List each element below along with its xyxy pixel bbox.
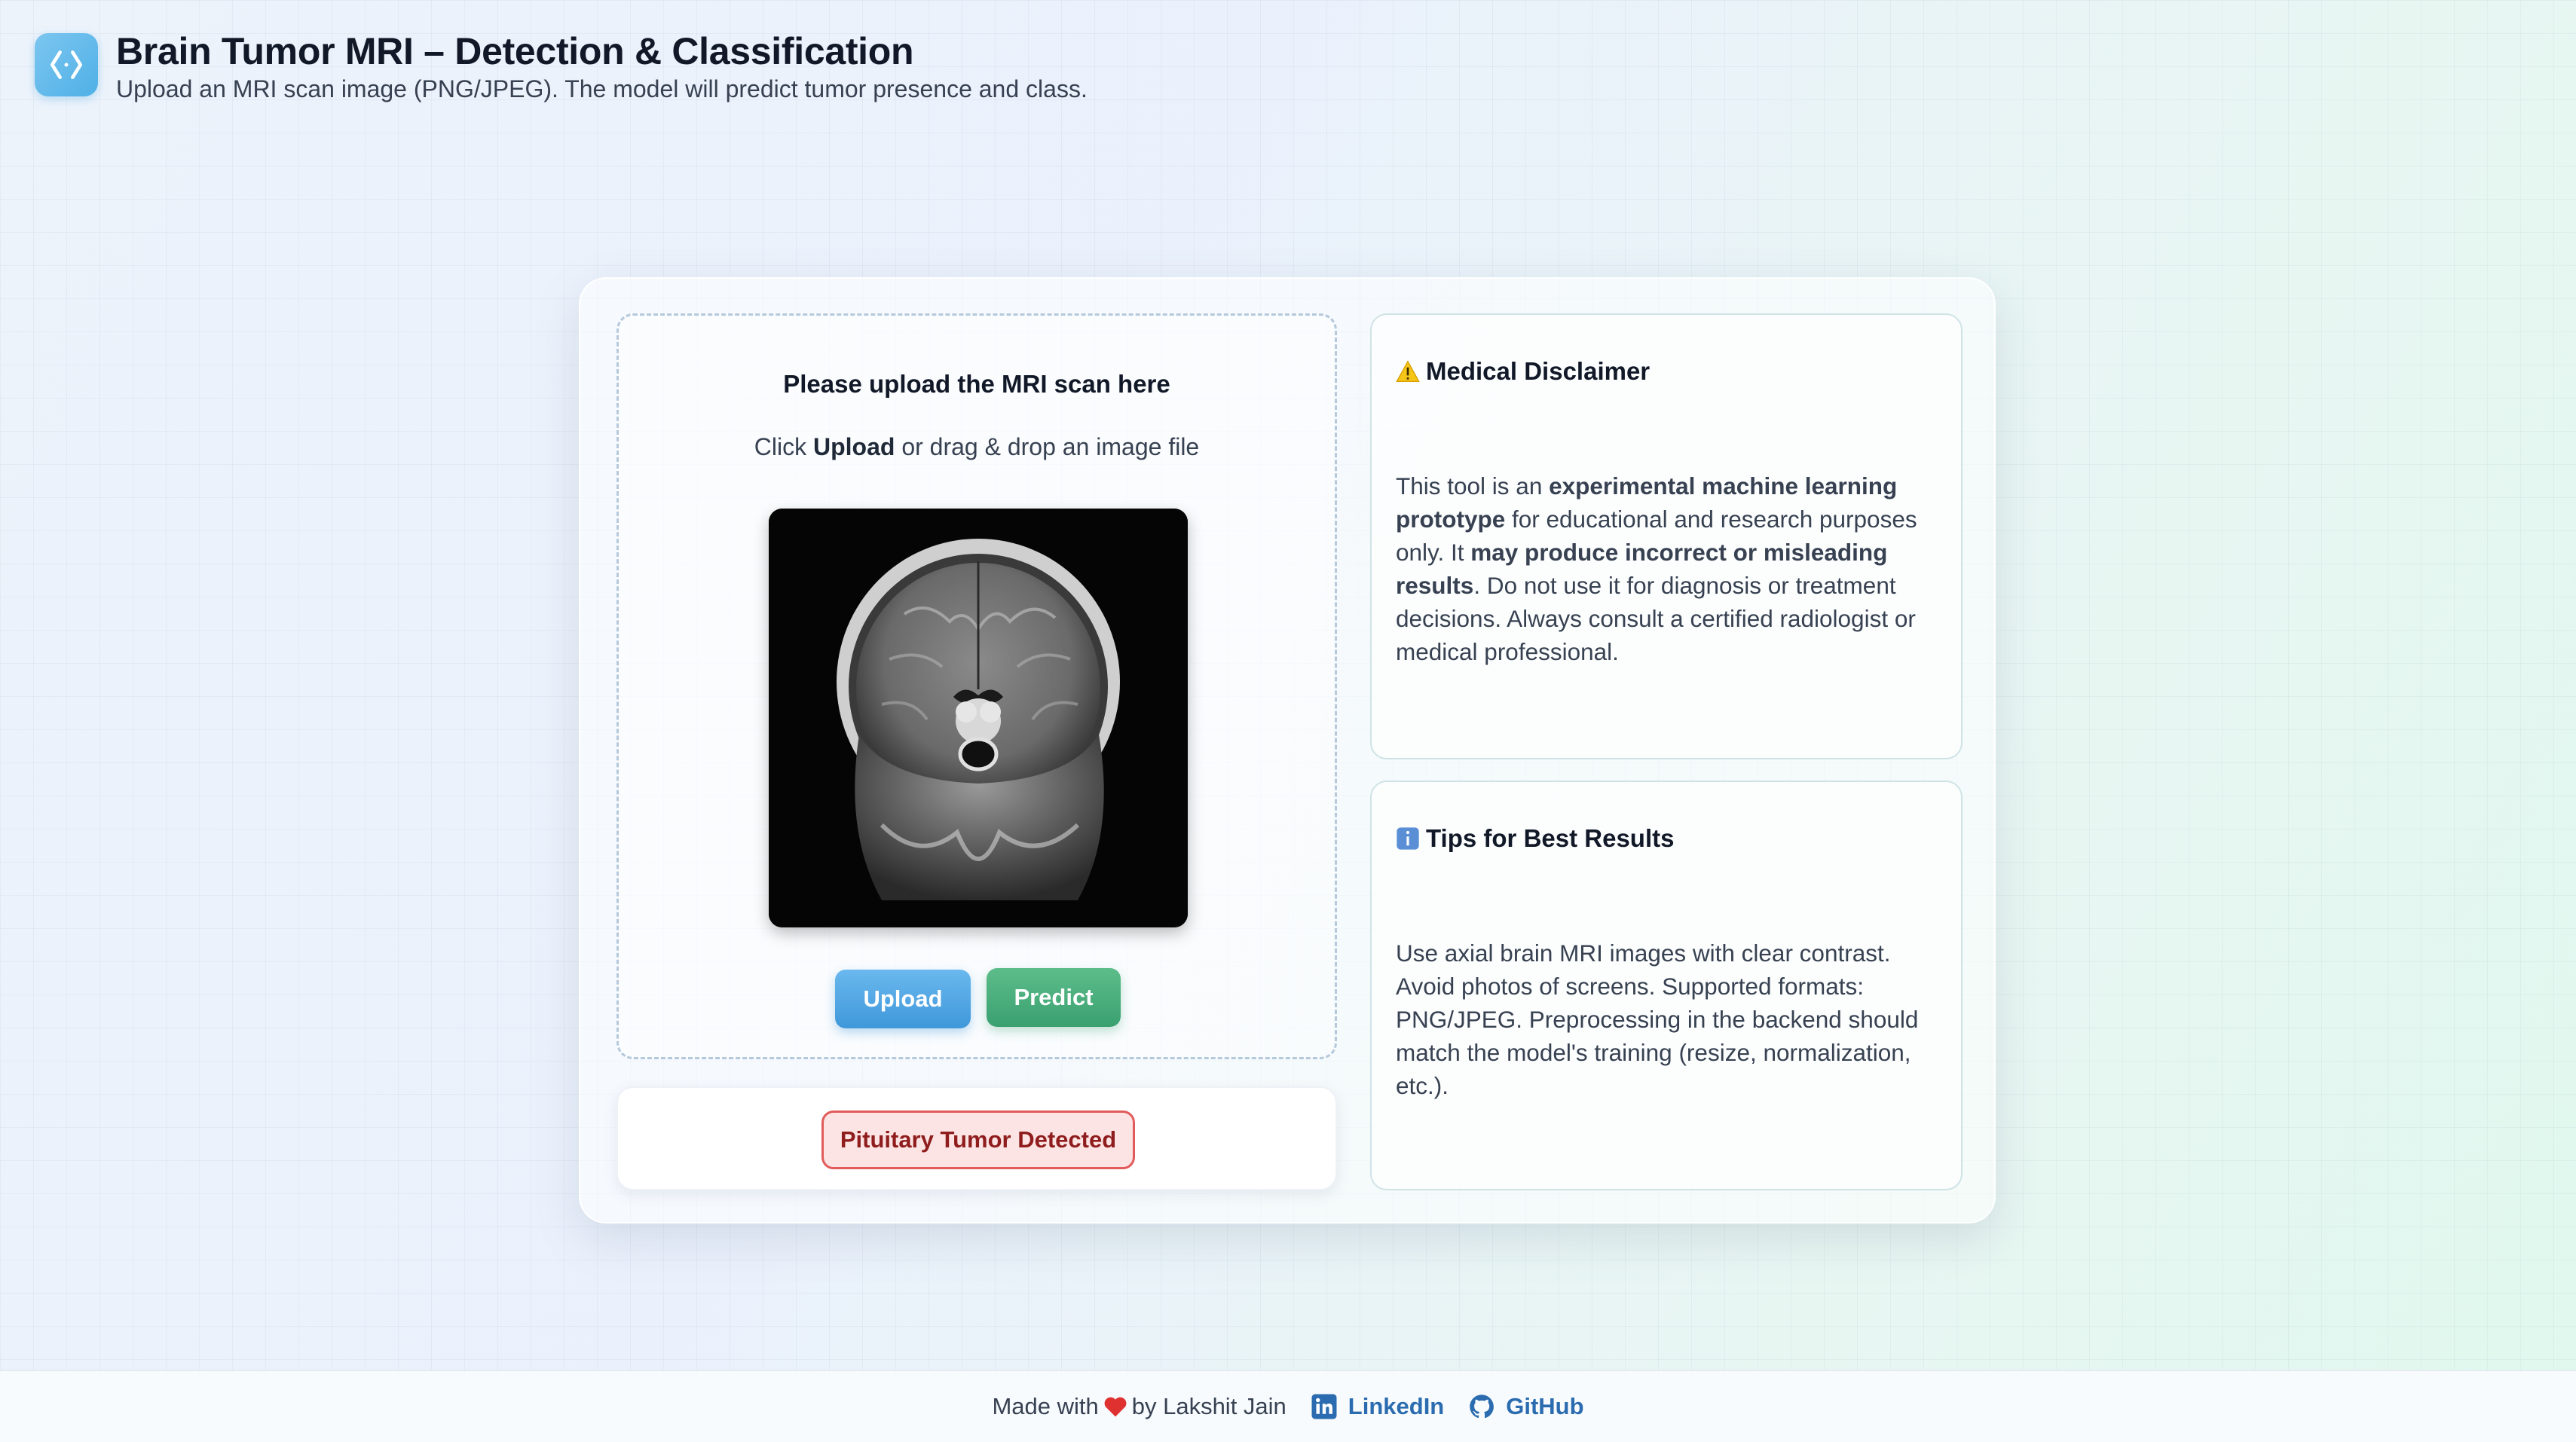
disclaimer-title: Medical Disclaimer [1426, 357, 1651, 385]
page-header: Brain Tumor MRI – Detection & Classifica… [35, 29, 1088, 104]
github-link[interactable]: GitHub [1468, 1393, 1584, 1420]
result-badge: Pituitary Tumor Detected [821, 1111, 1135, 1169]
warning-icon [1396, 360, 1420, 383]
footer-author: by Lakshit Jain [1131, 1393, 1286, 1419]
mri-preview-image [769, 509, 1188, 927]
code-brackets-icon [35, 33, 98, 96]
disclaimer-text: This tool is an experimental machine lea… [1396, 472, 1917, 665]
upload-dropzone[interactable]: Please upload the MRI scan here Click Up… [616, 313, 1337, 1059]
page-subtitle: Upload an MRI scan image (PNG/JPEG). The… [116, 75, 1088, 102]
info-icon [1396, 826, 1420, 851]
main-card: Please upload the MRI scan here Click Up… [579, 277, 1996, 1224]
disclaimer-panel: Medical Disclaimer This tool is an exper… [1370, 313, 1963, 759]
tips-text: Use axial brain MRI images with clear co… [1396, 939, 1919, 1099]
linkedin-link[interactable]: LinkedIn [1311, 1393, 1444, 1420]
disclaimer-heading: Medical Disclaimer [1396, 357, 1650, 386]
upload-title: Please upload the MRI scan here [783, 370, 1170, 398]
heart-icon [1103, 1395, 1127, 1418]
tips-panel: Tips for Best Results Use axial brain MR… [1370, 781, 1963, 1190]
linkedin-icon [1311, 1394, 1337, 1419]
page-title: Brain Tumor MRI – Detection & Classifica… [116, 30, 914, 72]
tips-heading: Tips for Best Results [1396, 824, 1674, 853]
upload-hint: Click Upload or drag & drop an image fil… [754, 433, 1200, 460]
footer-made-with: Made with [992, 1393, 1099, 1419]
upload-button[interactable]: Upload [835, 970, 971, 1028]
result-panel: Pituitary Tumor Detected [616, 1086, 1337, 1190]
predict-button[interactable]: Predict [987, 968, 1121, 1027]
github-icon [1470, 1395, 1495, 1419]
tips-title: Tips for Best Results [1426, 824, 1675, 852]
page-footer: Made with by Lakshit Jain LinkedIn GitHu… [0, 1370, 2576, 1442]
